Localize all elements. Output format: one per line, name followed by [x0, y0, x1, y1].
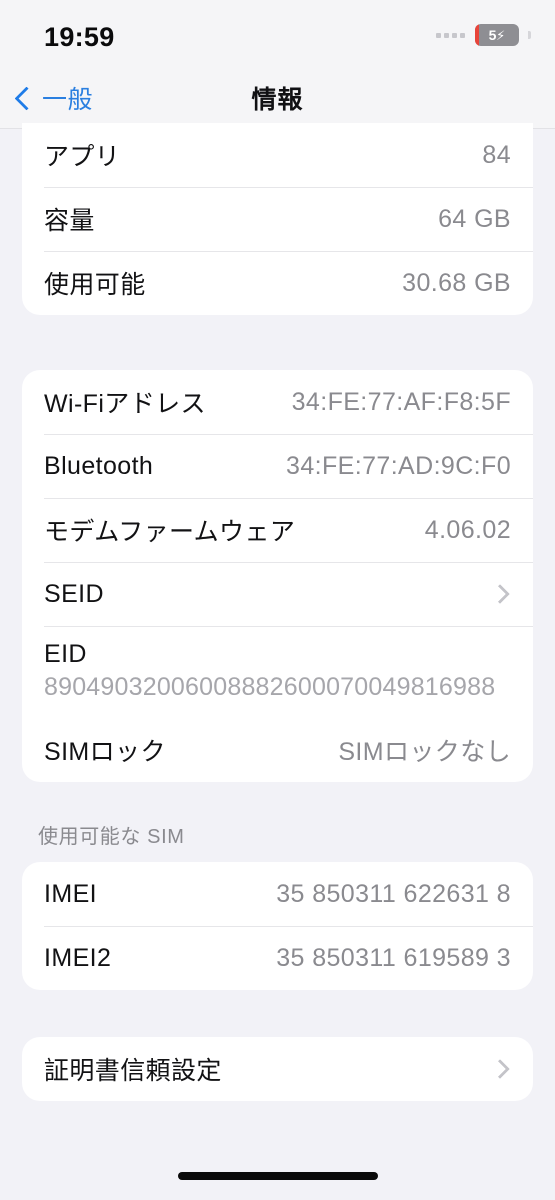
list-item-value: 35 850311 619589 3 — [276, 943, 511, 972]
settings-group-certificate-group: 証明書信頼設定 — [22, 1037, 533, 1101]
list-item[interactable]: 証明書信頼設定 — [22, 1037, 533, 1101]
list-item[interactable]: EID 89049032006008882600070049816988 — [22, 626, 533, 718]
back-button[interactable]: 一般 — [14, 68, 93, 128]
settings-group-storage-group: アプリ 84 容量 64 GB 使用可能 30.68 GB — [22, 123, 533, 315]
settings-group-sim-group: IMEI 35 850311 622631 8 IMEI2 35 850311 619… — [22, 862, 533, 990]
list-item-label: 容量 — [44, 207, 95, 235]
list-item-label: SEID — [44, 579, 104, 608]
chevron-left-icon — [14, 85, 39, 111]
list-item-label: アプリ — [44, 143, 121, 171]
chevron-right-icon — [490, 1059, 510, 1079]
list-item-value: 4.06.02 — [424, 515, 511, 544]
list-item: アプリ 84 — [22, 123, 533, 187]
back-button-label: 一般 — [42, 86, 94, 114]
list-item: 使用可能 30.68 GB — [22, 251, 533, 315]
home-indicator[interactable] — [178, 1172, 378, 1180]
status-indicators: 5 ⚡ — [436, 24, 531, 46]
list-item-label: モデムファームウェア — [44, 518, 296, 546]
status-time: 19:59 — [44, 22, 115, 52]
list-item: モデムファームウェア 4.06.02 — [22, 498, 533, 562]
list-item: Wi-Fiアドレス 34:FE:77:AF:F8:5F — [22, 370, 533, 434]
list-item-label: IMEI — [44, 879, 97, 908]
list-item-value: SIMロックなし — [338, 738, 511, 766]
navigation-bar: 情報 一般 — [0, 68, 555, 129]
section-header-sim-group: 使用可能な SIM — [38, 826, 185, 848]
list-item-label: SIMロック — [44, 738, 166, 766]
list-item-label: IMEI2 — [44, 943, 112, 972]
list-item-label: EID — [44, 640, 87, 668]
list-item-label: 使用可能 — [44, 271, 146, 299]
list-item: SIMロック SIMロックなし — [22, 718, 533, 782]
battery-low-fill — [475, 24, 479, 46]
list-item: Bluetooth 34:FE:77:AD:9C:F0 — [22, 434, 533, 498]
list-item-label: 証明書信頼設定 — [44, 1057, 222, 1085]
list-item-value: 34:FE:77:AF:F8:5F — [291, 387, 511, 416]
list-item-value: 89049032006008882600070049816988 — [44, 673, 496, 701]
chevron-right-icon — [490, 584, 510, 604]
list-item-value: 34:FE:77:AD:9C:F0 — [286, 451, 511, 480]
settings-group-network-group: Wi-Fiアドレス 34:FE:77:AF:F8:5F Bluetooth 34:FE… — [22, 370, 533, 782]
list-item-label: Wi-Fiアドレス — [44, 390, 206, 418]
battery-icon: 5 ⚡ — [475, 24, 519, 46]
signal-dots-icon — [436, 32, 465, 38]
settings-scroll-view[interactable]: アプリ 84 容量 64 GB 使用可能 30.68 GB Wi-Fiアドレス 34:FE:7… — [0, 123, 555, 1200]
list-item-value: 84 — [482, 140, 511, 169]
status-bar: 19:59 5 ⚡ — [0, 0, 555, 68]
battery-tip — [528, 31, 531, 39]
list-item-value: 35 850311 622631 8 — [276, 879, 511, 908]
list-item: IMEI 35 850311 622631 8 — [22, 862, 533, 926]
list-item-value: 30.68 GB — [402, 268, 511, 297]
list-item-value: 64 GB — [438, 204, 511, 233]
bolt-icon: ⚡ — [496, 27, 506, 43]
list-item: 容量 64 GB — [22, 187, 533, 251]
list-item: IMEI2 35 850311 619589 3 — [22, 926, 533, 990]
list-item-label: Bluetooth — [44, 451, 154, 480]
list-item[interactable]: SEID — [22, 562, 533, 626]
